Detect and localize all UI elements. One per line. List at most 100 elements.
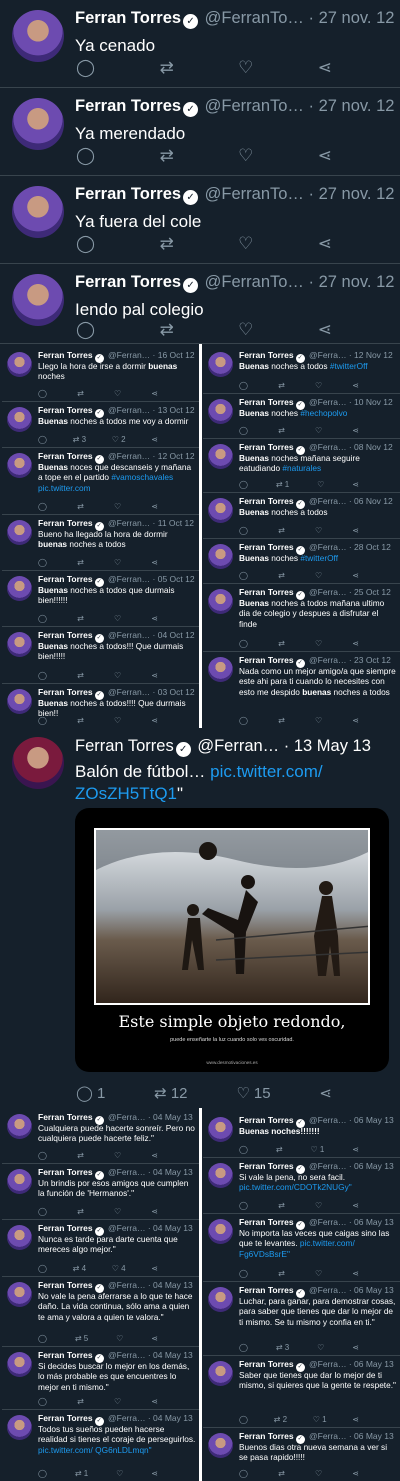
tweet-date[interactable]: · 12 Oct 12 (153, 451, 195, 461)
avatar[interactable] (208, 352, 233, 377)
reply-icon[interactable]: ◯ (239, 526, 248, 535)
author-name[interactable]: Ferran Torres (239, 587, 294, 597)
author-name[interactable]: Ferran Torres (239, 1161, 294, 1171)
retweet-icon[interactable]: ⇄ (77, 558, 84, 567)
tweet[interactable]: Ferran Torres ✓ @FerranTo… · 27 nov. 12 Ya… (0, 0, 400, 88)
reply-icon[interactable]: ◯ (38, 1334, 47, 1343)
tweet[interactable]: Ferran Torres ✓ @Ferra… · 06 May 13 Si val… (203, 1157, 400, 1213)
avatar[interactable] (7, 576, 32, 601)
tweet-date[interactable]: · 10 Nov 12 (349, 397, 393, 407)
tweet-date[interactable]: · 16 Oct 12 (153, 350, 195, 360)
share-icon[interactable]: ⋖ (352, 1469, 359, 1478)
tweet[interactable]: Ferran Torres ✓ @Ferra… · 06 May 13 Saber … (203, 1355, 400, 1427)
tweet[interactable]: Ferran Torres ✓ @FerranTo… · 27 nov. 12 Ya… (0, 88, 400, 176)
avatar[interactable] (7, 407, 32, 432)
retweet-icon[interactable]: ⇄ 4 (73, 1264, 86, 1273)
author-name[interactable]: Ferran Torres (239, 1431, 294, 1441)
tweet-link[interactable]: #naturales (282, 463, 321, 473)
reply-icon[interactable]: ◯ (239, 426, 248, 435)
like-icon[interactable]: ♡ (114, 1207, 121, 1216)
tweet[interactable]: Ferran Torres ✓ @Ferran… · 13 Oct 12 Buena… (2, 401, 199, 447)
share-icon[interactable]: ⋖ (352, 639, 359, 648)
tweet-date[interactable]: · 04 May 13 (148, 1280, 193, 1290)
retweet-icon[interactable]: ⇄ 12 (154, 1084, 187, 1102)
like-icon[interactable]: ♡ (315, 526, 322, 535)
like-icon[interactable]: ♡ 15 (236, 1084, 270, 1102)
author-name[interactable]: Ferran Torres (75, 9, 181, 27)
tweet[interactable]: Ferran Torres ✓ @Ferran… · 12 Oct 12 Buena… (2, 447, 199, 514)
reply-icon[interactable]: ◯ (38, 1264, 47, 1273)
retweet-icon[interactable]: ⇄ (278, 526, 285, 535)
avatar[interactable] (7, 1282, 32, 1307)
tweet[interactable]: Ferran Torres ✓ @Ferra… · 06 May 13 No imp… (203, 1213, 400, 1281)
author-name[interactable]: Ferran Torres (239, 542, 294, 552)
author-name[interactable]: Ferran Torres (239, 1285, 294, 1295)
avatar[interactable] (208, 589, 233, 614)
featured-tweet[interactable]: Ferran Torres ✓ @Ferran… · 13 May 13 Balón… (0, 728, 400, 1108)
avatar[interactable] (208, 399, 233, 424)
author-name[interactable]: Ferran Torres (38, 687, 93, 697)
tweet[interactable]: Ferran Torres ✓ @Ferra… · 06 Nov 12 Buenas… (203, 492, 400, 538)
retweet-icon[interactable]: ⇄ (278, 381, 285, 390)
retweet-icon[interactable]: ⇄ (278, 1269, 285, 1278)
retweet-icon[interactable]: ⇄ 1 (75, 1469, 88, 1478)
author-name[interactable]: Ferran Torres (38, 1112, 93, 1122)
tweet-link[interactable]: #hechopolvo (300, 408, 347, 418)
share-icon[interactable]: ⋖ (352, 1343, 359, 1352)
reply-icon[interactable]: ◯ (76, 58, 95, 78)
share-icon[interactable]: ⋖ (352, 1145, 359, 1154)
author-name[interactable]: Ferran Torres (75, 273, 181, 291)
share-icon[interactable]: ⋖ (352, 426, 359, 435)
like-icon[interactable]: ♡ (317, 480, 324, 489)
retweet-icon[interactable]: ⇄ (278, 716, 285, 725)
retweet-icon[interactable]: ⇄ (77, 1397, 84, 1406)
reply-icon[interactable]: ◯ (38, 1151, 47, 1160)
tweet-date[interactable]: · 11 Oct 12 (153, 518, 194, 528)
retweet-icon[interactable]: ⇄ (278, 426, 285, 435)
tweet[interactable]: Ferran Torres ✓ @Ferra… · 04 May 13 Todos … (2, 1409, 199, 1481)
share-icon[interactable]: ⋖ (352, 716, 359, 725)
author-name[interactable]: Ferran Torres (239, 655, 294, 665)
avatar[interactable] (7, 632, 32, 657)
tweet[interactable]: Ferran Torres ✓ @FerranTo… · 27 nov. 12 Ie… (0, 264, 400, 344)
tweet[interactable]: Ferran Torres ✓ @Ferra… · 28 Oct 12 Buenas… (203, 538, 400, 583)
avatar[interactable] (208, 657, 233, 682)
author-name[interactable]: Ferran Torres (75, 185, 181, 203)
share-icon[interactable]: ⋖ (151, 614, 158, 623)
tweet[interactable]: Ferran Torres ✓ @Ferra… · 23 Oct 12 Nada c… (203, 651, 400, 728)
tweet[interactable]: Ferran Torres ✓ @Ferran… · 11 Oct 12 Bueno… (2, 514, 199, 570)
like-icon[interactable]: ♡ (114, 389, 121, 398)
avatar[interactable] (208, 1117, 233, 1142)
share-icon[interactable]: ⋖ (318, 234, 332, 254)
share-icon[interactable]: ⋖ (151, 389, 158, 398)
share-icon[interactable]: ⋖ (151, 1469, 158, 1478)
retweet-icon[interactable]: ⇄ 1 (276, 480, 289, 489)
tweet-date[interactable]: · 06 May 13 (349, 1359, 394, 1369)
tweet-date[interactable]: · 06 May 13 (349, 1285, 394, 1295)
author-name[interactable]: Ferran Torres (38, 451, 93, 461)
avatar[interactable] (208, 1433, 233, 1458)
reply-icon[interactable]: ◯ (239, 381, 248, 390)
share-icon[interactable]: ⋖ (319, 1084, 332, 1102)
avatar[interactable] (7, 1114, 32, 1139)
author-name[interactable]: Ferran Torres (75, 737, 174, 755)
retweet-icon[interactable]: ⇄ (77, 614, 84, 623)
like-icon[interactable]: ♡ (114, 614, 121, 623)
tweet-date[interactable]: · 03 Oct 12 (153, 687, 195, 697)
like-icon[interactable]: ♡ 4 (112, 1264, 126, 1273)
reply-icon[interactable]: ◯ (38, 671, 47, 680)
share-icon[interactable]: ⋖ (352, 571, 359, 580)
avatar[interactable] (208, 1219, 233, 1244)
like-icon[interactable]: ♡ (114, 716, 121, 725)
tweet-link[interactable]: pic.twitter.com/CDOTk2NUGy" (239, 1182, 352, 1192)
like-icon[interactable]: ♡ (114, 1151, 121, 1160)
tweet-link[interactable]: #twitterOff (330, 361, 368, 371)
author-name[interactable]: Ferran Torres (75, 97, 181, 115)
reply-icon[interactable]: ◯ (239, 1343, 248, 1352)
tweet-date[interactable]: · 04 May 13 (148, 1413, 193, 1423)
share-icon[interactable]: ⋖ (352, 381, 359, 390)
reply-icon[interactable]: ◯ (38, 1469, 47, 1478)
like-icon[interactable]: ♡ (317, 1343, 324, 1352)
retweet-icon[interactable]: ⇄ (159, 234, 173, 254)
like-icon[interactable]: ♡ (315, 1269, 322, 1278)
